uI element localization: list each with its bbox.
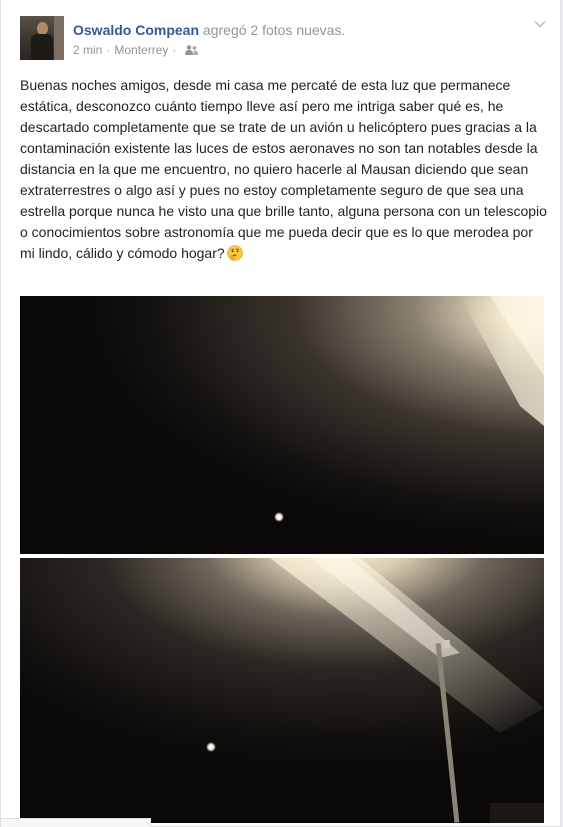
thinking-face-emoji xyxy=(226,245,243,261)
night-sky-photo-1[interactable] xyxy=(20,296,544,554)
post-header: Oswaldo Compean agregó 2 fotos nuevas. 2… xyxy=(20,16,550,64)
post-action-text: agregó 2 fotos nuevas. xyxy=(202,22,346,38)
friends-icon[interactable] xyxy=(185,45,199,55)
night-sky-photo-2[interactable] xyxy=(20,558,544,823)
post-timestamp[interactable]: 2 min xyxy=(73,42,102,58)
bottom-strip xyxy=(1,818,151,827)
post-text: Buenas noches amigos, desde mi casa me p… xyxy=(20,77,547,261)
post-body: Buenas noches amigos, desde mi casa me p… xyxy=(20,75,548,264)
meta-separator-2: · xyxy=(172,43,177,57)
avatar[interactable] xyxy=(20,16,64,60)
post-title-line: Oswaldo Compean agregó 2 fotos nuevas. xyxy=(73,21,345,39)
meta-separator: · xyxy=(106,43,111,57)
post-meta: 2 min · Monterrey · xyxy=(73,42,199,58)
post-card: Oswaldo Compean agregó 2 fotos nuevas. 2… xyxy=(0,0,561,827)
chevron-down-icon[interactable] xyxy=(532,16,548,32)
author-name[interactable]: Oswaldo Compean xyxy=(73,22,199,38)
post-location[interactable]: Monterrey xyxy=(114,42,168,58)
